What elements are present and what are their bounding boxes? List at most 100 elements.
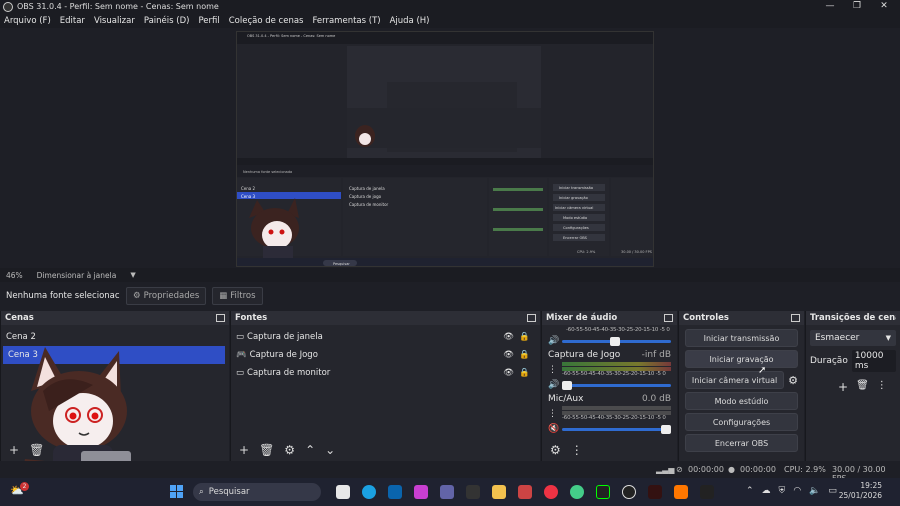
properties-button[interactable]: ⚙ Propriedades <box>126 287 207 305</box>
undock-icon[interactable] <box>527 314 536 322</box>
lock-icon[interactable]: 🔒 <box>519 368 530 378</box>
outlook-icon[interactable] <box>388 485 402 499</box>
app-icon[interactable] <box>648 485 662 499</box>
eye-icon[interactable]: 👁 <box>503 368 514 378</box>
nested-scene-0: Cena 2 <box>241 186 256 191</box>
menu-ajuda[interactable]: Ajuda (H) <box>390 16 430 26</box>
eye-icon[interactable]: 👁 <box>503 350 514 360</box>
trash-icon[interactable]: 🗑 <box>29 444 44 456</box>
browser-icon[interactable] <box>570 485 584 499</box>
menu-editar[interactable]: Editar <box>60 16 85 26</box>
transition-select[interactable]: Esmaecer ▼ <box>810 330 896 346</box>
more-options-icon[interactable]: ⋮ <box>548 409 562 419</box>
more-options-icon[interactable]: ⋮ <box>548 365 562 375</box>
cpu-usage: CPU: 2.9% <box>784 465 826 474</box>
chevron-down-icon[interactable]: ⌄ <box>325 444 335 456</box>
scenes-footer: + 🗑 <box>1 439 229 461</box>
paint-app-icon[interactable] <box>674 485 688 499</box>
battery-icon[interactable]: ▭ <box>828 486 837 496</box>
trash-icon[interactable]: 🗑 <box>259 444 274 456</box>
copilot-icon[interactable] <box>414 485 428 499</box>
maximize-button[interactable]: ❐ <box>847 0 867 13</box>
nested-btn-5: Encerrar OBS <box>563 236 588 240</box>
eye-icon[interactable]: 👁 <box>503 332 514 342</box>
settings-button[interactable]: Configurações <box>685 413 798 431</box>
file-explorer-icon[interactable] <box>492 485 506 499</box>
mixer-scale: -60-55-50-45-40-35-30-25-20-15-10 -5 0 <box>562 371 666 377</box>
source-item[interactable]: 🎮 Captura de Jogo 👁 🔒 <box>231 346 540 364</box>
volume-slider[interactable] <box>562 336 671 346</box>
start-streaming-button[interactable]: Iniciar transmissão <box>685 329 798 347</box>
undock-icon[interactable] <box>216 314 225 322</box>
store-icon[interactable] <box>336 485 350 499</box>
windows-start-icon[interactable] <box>170 485 183 498</box>
obs-taskbar-icon[interactable] <box>622 485 636 499</box>
capcut-icon[interactable] <box>596 485 610 499</box>
add-transition-icon[interactable]: + <box>838 380 848 394</box>
zoom-mode-select[interactable]: Dimensionar à janela <box>37 271 117 280</box>
wifi-icon[interactable]: ◠ <box>793 486 801 496</box>
mixer-channel: Mic/Aux 0.0 dB ⋮ -60-55-50-45-40-35-30-25-… <box>542 392 677 436</box>
no-source-label: Nenhuma fonte selecionac <box>6 291 120 301</box>
more-options-icon[interactable]: ⋮ <box>877 380 887 394</box>
shield-icon[interactable]: ⛨ <box>779 486 786 496</box>
bolt-app-icon[interactable] <box>466 485 480 499</box>
taskbar-search[interactable]: ⌕ Pesquisar <box>193 483 321 501</box>
gear-icon[interactable]: ⚙ <box>284 444 295 456</box>
sources-footer: + 🗑 ⚙ ⌃ ⌄ <box>231 439 540 461</box>
obs-logo-icon <box>3 1 13 12</box>
photos-app-icon[interactable] <box>518 485 532 499</box>
menu-arquivo[interactable]: Arquivo (F) <box>4 16 51 26</box>
cloud-icon[interactable]: ☁ <box>762 486 771 496</box>
menu-colecao-cenas[interactable]: Coleção de cenas <box>229 16 304 26</box>
capcut-icon-2[interactable] <box>700 485 714 499</box>
transitions-title: Transições de cena <box>810 313 896 323</box>
record-time: 00:00:00 <box>740 465 776 474</box>
volume-icon[interactable]: 🔈 <box>809 486 820 496</box>
start-virtual-camera-button[interactable]: Iniciar câmera virtual <box>685 371 785 389</box>
volume-slider[interactable] <box>562 424 671 434</box>
edge-icon[interactable] <box>362 485 376 499</box>
trash-icon[interactable]: 🗑 <box>856 380 869 394</box>
chrome-icon[interactable] <box>544 485 558 499</box>
speaker-icon[interactable]: 🔊 <box>548 336 562 346</box>
exit-obs-button[interactable]: Encerrar OBS <box>685 434 798 452</box>
lock-icon[interactable]: 🔒 <box>519 350 530 360</box>
muted-speaker-icon[interactable]: 🔇 <box>548 424 562 434</box>
search-icon: ⌕ <box>199 487 204 497</box>
nested-obs-screenshot: OBS 31.0.4 - Perfil: Sem nome - Cenas: S… <box>237 32 653 266</box>
undock-icon[interactable] <box>664 314 673 322</box>
filters-button[interactable]: ▦ Filtros <box>212 287 263 305</box>
taskbar-clock[interactable]: 19:25 25/01/2026 <box>839 481 882 501</box>
volume-slider[interactable] <box>562 380 671 390</box>
duration-input[interactable]: 10000 ms <box>851 350 896 372</box>
teams-icon[interactable] <box>440 485 454 499</box>
add-source-icon[interactable]: + <box>239 444 249 456</box>
menu-perfil[interactable]: Perfil <box>198 16 219 26</box>
add-scene-icon[interactable]: + <box>9 444 19 456</box>
more-options-icon[interactable]: ⋮ <box>571 444 583 456</box>
start-recording-button[interactable]: Iniciar gravação <box>685 350 798 368</box>
scenes-title: Cenas <box>5 313 34 323</box>
minimize-button[interactable]: — <box>820 0 840 13</box>
undock-icon[interactable] <box>791 314 800 322</box>
chevron-down-icon[interactable]: ▼ <box>130 271 135 279</box>
close-button[interactable]: ✕ <box>874 0 894 13</box>
menu-paineis[interactable]: Painéis (D) <box>144 16 190 26</box>
nested-cpu: CPU: 2.9% <box>577 250 596 254</box>
source-item[interactable]: ▭ Captura de janela 👁 🔒 <box>231 328 540 346</box>
nested-btn-4: Configurações <box>563 226 589 230</box>
gear-icon[interactable]: ⚙ <box>550 444 561 456</box>
chevron-up-icon[interactable]: ⌃ <box>746 486 754 496</box>
menu-visualizar[interactable]: Visualizar <box>94 16 135 26</box>
mixer-channel: Captura de Jogo -inf dB ⋮ -60-55-50-45-40-… <box>542 348 677 392</box>
lock-icon[interactable]: 🔒 <box>519 332 530 342</box>
menu-ferramentas[interactable]: Ferramentas (T) <box>312 16 380 26</box>
gear-icon[interactable]: ⚙ <box>788 374 798 387</box>
studio-mode-button[interactable]: Modo estúdio <box>685 392 798 410</box>
source-toolbar: Nenhuma fonte selecionac ⚙ Propriedades ▦… <box>0 283 900 309</box>
chevron-up-icon[interactable]: ⌃ <box>305 444 315 456</box>
source-label: Captura de Jogo <box>249 350 318 360</box>
speaker-icon[interactable]: 🔊 <box>548 380 562 390</box>
source-item[interactable]: ▭ Captura de monitor 👁 🔒 <box>231 364 540 382</box>
